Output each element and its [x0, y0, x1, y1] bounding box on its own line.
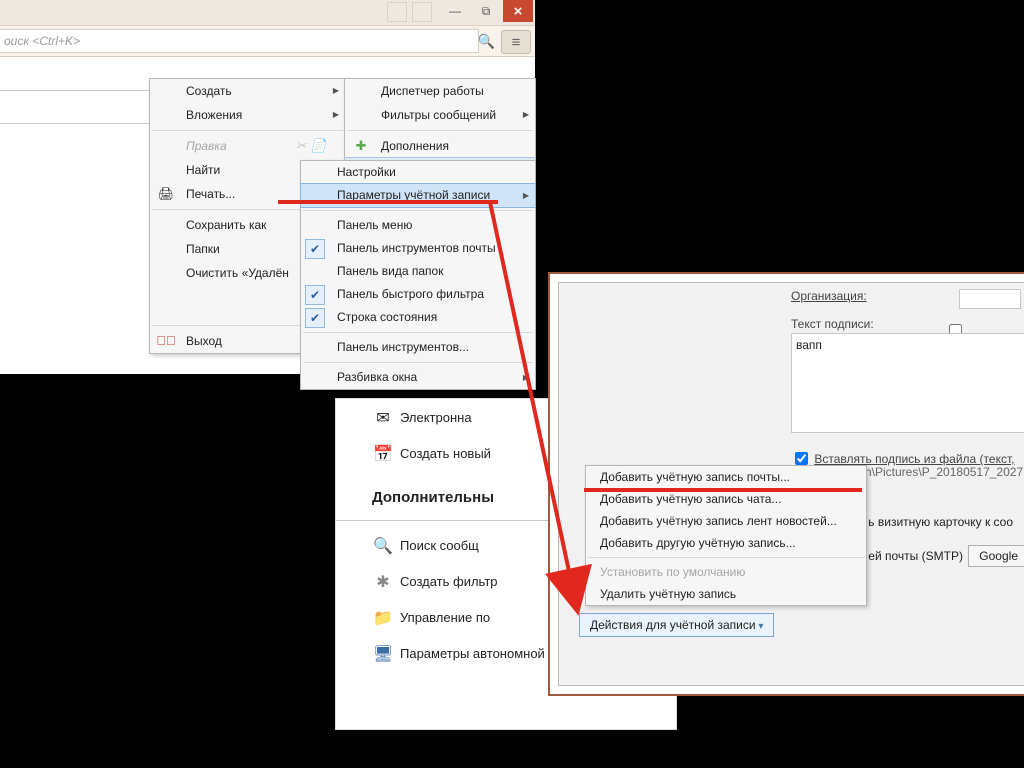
- close-button[interactable]: ×: [503, 0, 533, 22]
- account-actions-button[interactable]: Действия для учётной записи: [579, 613, 774, 637]
- search-icon[interactable]: 🔍: [478, 33, 495, 50]
- menu-account-params[interactable]: Параметры учётной записи: [300, 183, 536, 208]
- menu-mailtoolbar[interactable]: ✔Панель инструментов почты: [301, 237, 535, 260]
- add-feed-account[interactable]: Добавить учётную запись лент новостей...: [586, 510, 866, 532]
- calendar-icon: 📅: [372, 443, 394, 465]
- menu-quickfilter[interactable]: ✔Панель быстрого фильтра: [301, 283, 535, 306]
- app-window: — ⧉ × оиск <Ctrl+K> 🔍 ≡ Создать Вложения…: [0, 0, 535, 374]
- add-mail-account[interactable]: Добавить учётную запись почты...: [586, 466, 866, 488]
- folder-icon: 📁: [372, 607, 394, 629]
- search-input[interactable]: оиск <Ctrl+K>: [0, 29, 479, 53]
- side-stub: [0, 90, 149, 124]
- titlebar-tool-b[interactable]: [412, 2, 432, 22]
- add-chat-account[interactable]: Добавить учётную запись чата...: [586, 488, 866, 510]
- search-toolbar: оиск <Ctrl+K> 🔍 ≡: [0, 25, 535, 57]
- menu-toolbars[interactable]: Панель инструментов...: [301, 336, 535, 359]
- minimize-button[interactable]: —: [440, 0, 470, 22]
- check-icon: ✔: [305, 308, 325, 328]
- account-actions-menu: Добавить учётную запись почты... Добавит…: [585, 465, 867, 606]
- org-input[interactable]: [959, 289, 1021, 309]
- menu-msgfilters[interactable]: Фильтры сообщений: [345, 103, 535, 127]
- menu-attachments[interactable]: Вложения: [150, 103, 345, 127]
- sig-path: n\Pictures\P_20180517_2027: [865, 465, 1023, 479]
- menu-folderview[interactable]: Панель вида папок: [301, 260, 535, 283]
- exit-icon: �⃠: [158, 333, 174, 349]
- print-icon: 🖨: [158, 186, 174, 202]
- menu-addons[interactable]: ✚Дополнения: [345, 134, 535, 158]
- signature-textarea[interactable]: вапп: [791, 333, 1024, 433]
- menu-edit: ✂ 📄Правка: [150, 134, 345, 158]
- offline-icon: 🖥: [372, 643, 394, 665]
- delete-account[interactable]: Удалить учётную запись: [586, 583, 866, 605]
- menu-dispatcher[interactable]: Диспетчер работы: [345, 79, 535, 103]
- maximize-button[interactable]: ⧉: [471, 0, 501, 22]
- addons-icon: ✚: [353, 138, 369, 154]
- titlebar-tool-a[interactable]: [387, 2, 407, 22]
- search-icon: 🔍: [372, 535, 394, 557]
- menu-menubar[interactable]: Панель меню: [301, 214, 535, 237]
- menu-layout[interactable]: Разбивка окна: [301, 366, 535, 389]
- hamburger-menu-button[interactable]: ≡: [501, 30, 531, 54]
- settings-submenu: Настройки Параметры учётной записи Панел…: [300, 160, 536, 390]
- menu-create[interactable]: Создать: [150, 79, 345, 103]
- add-other-account[interactable]: Добавить другую учётную запись...: [586, 532, 866, 554]
- menu-settings[interactable]: Настройки: [301, 161, 535, 184]
- check-icon: ✔: [305, 285, 325, 305]
- filter-icon: ✱: [372, 571, 394, 593]
- edit-icons: ✂ 📄: [303, 138, 319, 154]
- mail-icon: ✉: [372, 407, 394, 429]
- titlebar: — ⧉ ×: [0, 0, 535, 25]
- right-fragments: ь визитную карточку к соо ей почты (SMTP…: [868, 515, 1024, 569]
- google-button[interactable]: Google: [968, 545, 1024, 567]
- check-icon: ✔: [305, 239, 325, 259]
- menu-statusbar[interactable]: ✔Строка состояния: [301, 306, 535, 329]
- set-default-account: Установить по умолчанию: [586, 561, 866, 583]
